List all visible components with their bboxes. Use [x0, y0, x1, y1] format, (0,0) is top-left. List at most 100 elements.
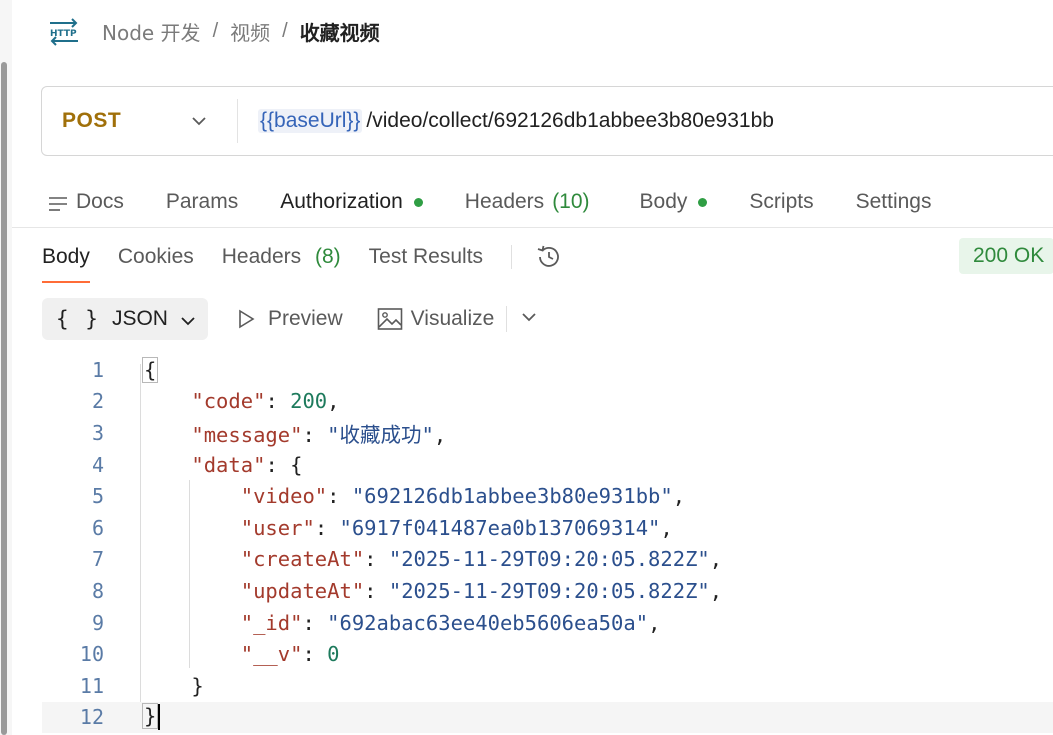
svg-text:HTTP: HTTP: [50, 29, 77, 39]
json-key: "_id": [240, 610, 303, 635]
json-key: "data": [191, 452, 266, 477]
format-label: JSON: [111, 307, 168, 330]
response-format-bar: { } JSON Preview Visualize: [42, 298, 553, 340]
divider: [506, 306, 508, 332]
code-line: 11 }: [42, 670, 1053, 702]
tab-settings[interactable]: Settings: [856, 190, 932, 214]
tab-label: Headers: [221, 245, 302, 268]
breadcrumb-item-folder[interactable]: 视频: [230, 17, 270, 46]
code-line: 7 "createAt": "2025-11-29T09:20:05.822Z"…: [42, 544, 1053, 576]
response-tabs: Body Cookies Headers (8) Test Results: [42, 236, 564, 283]
tab-response-headers[interactable]: Headers (8): [222, 245, 341, 269]
json-key: "updateAt": [240, 578, 365, 603]
tab-cookies[interactable]: Cookies: [118, 245, 194, 269]
line-number: 7: [91, 547, 104, 572]
close-brace: }: [191, 673, 204, 698]
code-line: 3 "message": "收藏成功",: [42, 417, 1053, 449]
request-tabs: Docs Params Authorization Headers (10) B…: [48, 180, 974, 224]
line-number: 9: [91, 610, 104, 635]
code-line: 9 "_id": "692abac63ee40eb5606ea50a",: [42, 607, 1053, 639]
json-key: "user": [240, 515, 315, 540]
image-icon: [377, 307, 402, 331]
page-title[interactable]: 收藏视频: [300, 17, 380, 46]
request-url-bar: POST {{baseUrl}} /video/collect/692126db…: [41, 86, 1053, 156]
breadcrumb-separator: /: [212, 19, 219, 42]
line-number: 5: [91, 484, 104, 509]
status-dot: [698, 197, 708, 207]
text-cursor: [158, 704, 161, 731]
json-string: "692abac63ee40eb5606ea50a": [327, 610, 649, 635]
chevron-down-icon: [180, 311, 196, 327]
code-line: 10 "__v": 0: [42, 638, 1053, 670]
json-key: "message": [191, 422, 303, 447]
line-number: 3: [91, 420, 104, 445]
json-string: "2025-11-29T09:20:05.822Z": [388, 578, 710, 603]
chevron-down-icon[interactable]: [519, 307, 543, 331]
code-line: 8 "updateAt": "2025-11-29T09:20:05.822Z"…: [42, 575, 1053, 607]
method-select[interactable]: POST: [42, 87, 237, 155]
code-line: 5 "video": "692126db1abbee3b80e931bb",: [42, 480, 1053, 512]
code-line: 1 {: [42, 354, 1053, 386]
json-string: "2025-11-29T09:20:05.822Z": [388, 547, 710, 572]
json-number: 200: [290, 389, 328, 414]
json-string: "收藏成功": [327, 422, 434, 447]
tab-body[interactable]: Body: [640, 190, 708, 214]
tab-headers[interactable]: Headers (10): [465, 190, 590, 214]
tab-response-body[interactable]: Body: [42, 245, 90, 283]
open-brace: {: [142, 356, 159, 383]
json-string: "6917f041487ea0b137069314": [339, 515, 661, 540]
method-label: POST: [62, 109, 122, 132]
format-select[interactable]: { } JSON: [42, 298, 208, 340]
http-icon: HTTP: [48, 16, 80, 46]
history-icon[interactable]: [534, 242, 564, 272]
line-number: 11: [79, 673, 104, 698]
tab-label: Docs: [76, 190, 124, 213]
tab-authorization[interactable]: Authorization: [280, 190, 423, 214]
headers-count: (8): [314, 245, 341, 268]
divider: [237, 99, 238, 143]
json-string: "692126db1abbee3b80e931bb": [351, 484, 673, 509]
divider: [12, 227, 1053, 228]
tab-label: Authorization: [280, 190, 403, 213]
json-number: 0: [327, 642, 340, 667]
status-badge[interactable]: 200 OK: [959, 238, 1053, 274]
line-number: 2: [91, 389, 104, 414]
visualize-button[interactable]: Visualize: [377, 307, 495, 331]
json-key: "createAt": [240, 547, 365, 572]
line-number: 8: [91, 578, 104, 603]
tab-label: Params: [165, 190, 239, 213]
json-key: "video": [240, 484, 328, 509]
line-number: 12: [79, 705, 104, 730]
line-number: 6: [91, 515, 104, 540]
json-key: "__v": [240, 642, 303, 667]
tab-scripts[interactable]: Scripts: [749, 190, 813, 214]
breadcrumb-item-collection[interactable]: Node 开发: [102, 17, 201, 46]
code-line: 6 "user": "6917f041487ea0b137069314",: [42, 512, 1053, 544]
tab-params[interactable]: Params: [166, 190, 238, 214]
docs-icon: [48, 194, 68, 211]
line-number: 4: [91, 452, 104, 477]
scrollbar-thumb[interactable]: [1, 62, 7, 735]
breadcrumb-separator: /: [282, 19, 288, 42]
tab-label: Scripts: [749, 190, 814, 213]
code-line-current: 12 }: [42, 701, 1053, 734]
preview-button[interactable]: Preview: [234, 307, 343, 331]
response-body-editor[interactable]: 1 { 2 "code": 200, 3 "message": "收藏成功", …: [42, 354, 1053, 734]
url-input[interactable]: {{baseUrl}} /video/collect/692126db1abbe…: [258, 109, 774, 133]
code-line: 4 "data": {: [42, 449, 1053, 481]
visualize-label: Visualize: [410, 307, 495, 330]
json-braces-icon: { }: [56, 307, 100, 331]
headers-count: (10): [552, 190, 590, 213]
tab-label: Settings: [855, 190, 932, 213]
divider: [511, 245, 513, 269]
tab-test-results[interactable]: Test Results: [369, 245, 483, 269]
close-brace: }: [142, 703, 159, 730]
sidebar-scrollbar[interactable]: [0, 0, 12, 735]
breadcrumb: HTTP Node 开发 / 视频 / 收藏视频: [48, 14, 380, 48]
play-icon: [234, 307, 258, 331]
json-key: "code": [191, 389, 266, 414]
tab-docs[interactable]: Docs: [48, 190, 124, 214]
code-line: 2 "code": 200,: [42, 386, 1053, 418]
url-variable[interactable]: {{baseUrl}}: [258, 109, 363, 133]
line-number: 1: [91, 357, 104, 382]
